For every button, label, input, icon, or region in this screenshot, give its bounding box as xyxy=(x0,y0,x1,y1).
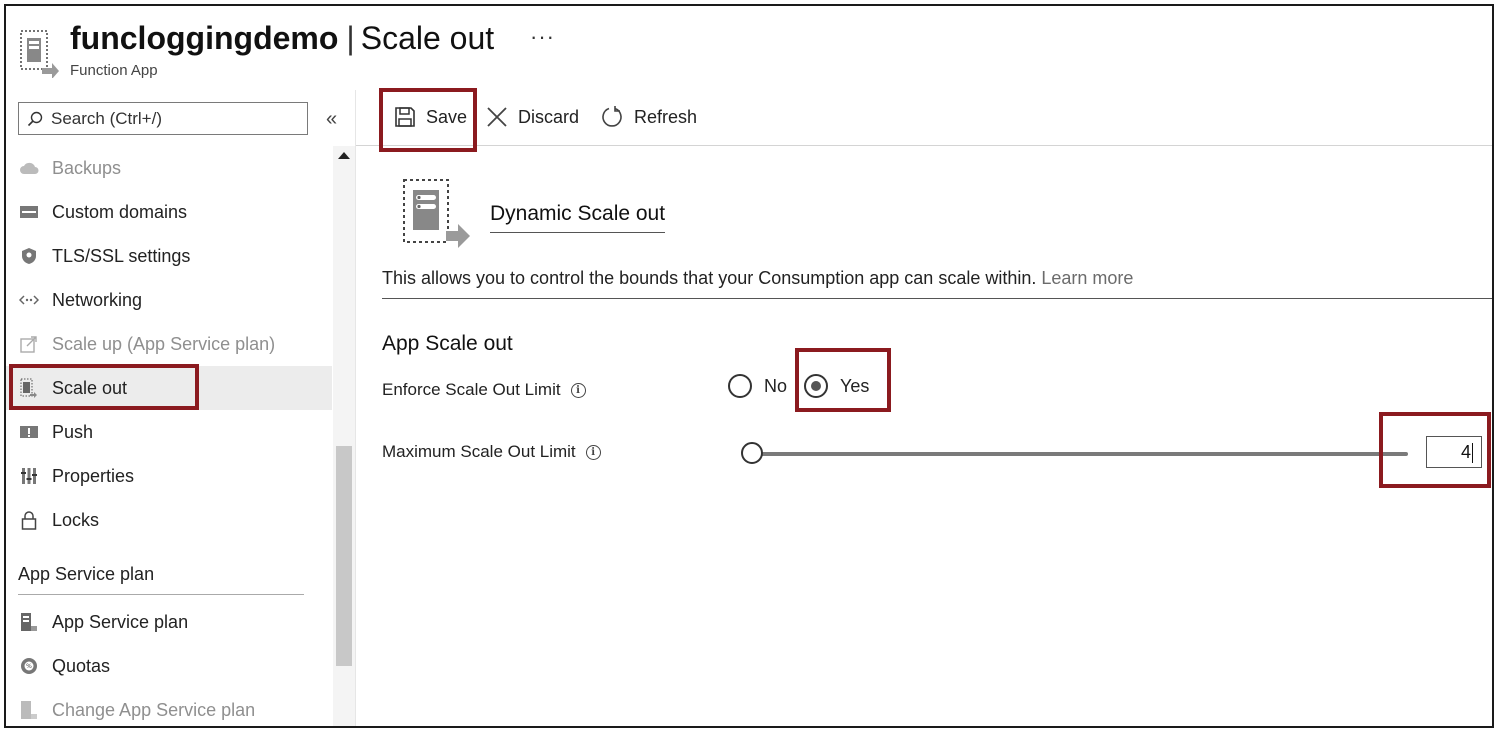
refresh-icon xyxy=(602,106,622,127)
info-icon[interactable]: i xyxy=(585,444,601,460)
sidebar-item-scale-out[interactable]: Scale out xyxy=(6,366,332,410)
save-button[interactable]: Save xyxy=(394,102,467,132)
description-divider xyxy=(382,298,1492,299)
more-options-button[interactable]: ··· xyxy=(530,24,555,50)
refresh-button[interactable]: Refresh xyxy=(600,102,697,132)
save-icon xyxy=(395,107,415,127)
sidebar-scrollbar[interactable] xyxy=(333,146,355,726)
description-text: This allows you to control the bounds th… xyxy=(382,268,1037,288)
function-app-icon xyxy=(20,30,59,78)
svg-text:%: % xyxy=(26,663,32,670)
scale-out-icon xyxy=(18,377,40,399)
properties-icon xyxy=(18,465,40,487)
close-icon xyxy=(487,107,507,127)
save-label: Save xyxy=(426,106,468,127)
app-scale-out-section-title: App Scale out xyxy=(382,332,513,355)
refresh-label: Refresh xyxy=(634,106,698,127)
scale-out-limit-slider-track[interactable] xyxy=(752,452,1408,456)
radio-no[interactable]: No xyxy=(728,374,787,398)
app-name: funcloggingdemo xyxy=(70,20,339,56)
push-icon xyxy=(18,421,40,443)
sidebar-item-properties[interactable]: Properties xyxy=(6,454,332,498)
maximum-scale-out-limit-label: Maximum Scale Out Limit i xyxy=(382,442,601,462)
toolbar-divider xyxy=(356,145,1492,146)
radio-no-label: No xyxy=(764,375,788,396)
sidebar-item-push[interactable]: Push xyxy=(6,410,332,454)
window-frame: funcloggingdemo | Scale out ··· Function A… xyxy=(4,4,1494,728)
sidebar-item-change-app-service-plan[interactable]: Change App Service plan xyxy=(6,688,332,726)
pane-divider xyxy=(355,90,356,726)
title-separator: | xyxy=(346,20,355,56)
change-plan-icon xyxy=(18,699,40,721)
search-placeholder: Search (Ctrl+/) xyxy=(51,108,162,128)
maximum-scale-out-limit-input[interactable]: 4 xyxy=(1426,436,1482,468)
feature-title: Dynamic Scale out xyxy=(490,202,666,233)
discard-button[interactable]: Discard xyxy=(486,102,579,132)
resource-type-subtitle: Function App xyxy=(70,62,158,79)
quotas-icon: % xyxy=(18,655,40,677)
domain-icon xyxy=(18,201,40,223)
section-header-app-service-plan: App Service plan xyxy=(18,564,155,584)
scale-out-feature-icon xyxy=(403,179,470,248)
radio-yes-label: Yes xyxy=(840,375,870,396)
search-input[interactable]: Search (Ctrl+/) xyxy=(18,102,308,135)
info-icon[interactable]: i xyxy=(570,382,586,398)
page-title: funcloggingdemo | Scale out xyxy=(70,20,494,57)
learn-more-link[interactable]: Learn more xyxy=(1041,268,1133,288)
collapse-sidebar-button[interactable]: « xyxy=(326,108,337,131)
cloud-icon xyxy=(18,157,40,179)
network-icon xyxy=(18,289,40,311)
section-divider xyxy=(18,594,304,595)
scrollbar-thumb[interactable] xyxy=(336,446,352,666)
lock-icon xyxy=(18,509,40,531)
shield-icon xyxy=(18,245,40,267)
feature-description: This allows you to control the bounds th… xyxy=(382,268,1133,289)
page-name: Scale out xyxy=(360,20,495,56)
sidebar-item-backups[interactable]: Backups xyxy=(6,146,332,190)
scale-up-icon xyxy=(18,333,40,355)
radio-no-circle[interactable] xyxy=(728,374,752,398)
sidebar-item-networking[interactable]: Networking xyxy=(6,278,332,322)
sidebar-item-tls-ssl[interactable]: TLS/SSL settings xyxy=(6,234,332,278)
text-cursor xyxy=(1472,443,1473,464)
radio-yes[interactable]: Yes xyxy=(804,374,869,398)
scale-out-limit-slider-thumb[interactable] xyxy=(741,442,763,464)
enforce-scale-out-limit-label: Enforce Scale Out Limit i xyxy=(382,380,586,400)
sidebar-item-locks[interactable]: Locks xyxy=(6,498,332,542)
radio-selected-dot xyxy=(811,381,821,391)
sidebar-item-custom-domains[interactable]: Custom domains xyxy=(6,190,332,234)
discard-label: Discard xyxy=(518,106,580,127)
scroll-up-arrow[interactable] xyxy=(338,152,350,159)
sidebar-item-scale-up[interactable]: Scale up (App Service plan) xyxy=(6,322,332,366)
radio-yes-circle[interactable] xyxy=(804,374,828,398)
sidebar-item-app-service-plan[interactable]: App Service plan xyxy=(6,600,332,644)
app-service-plan-icon xyxy=(18,611,40,633)
sidebar-item-quotas[interactable]: % Quotas xyxy=(6,644,332,688)
search-icon xyxy=(27,111,43,126)
